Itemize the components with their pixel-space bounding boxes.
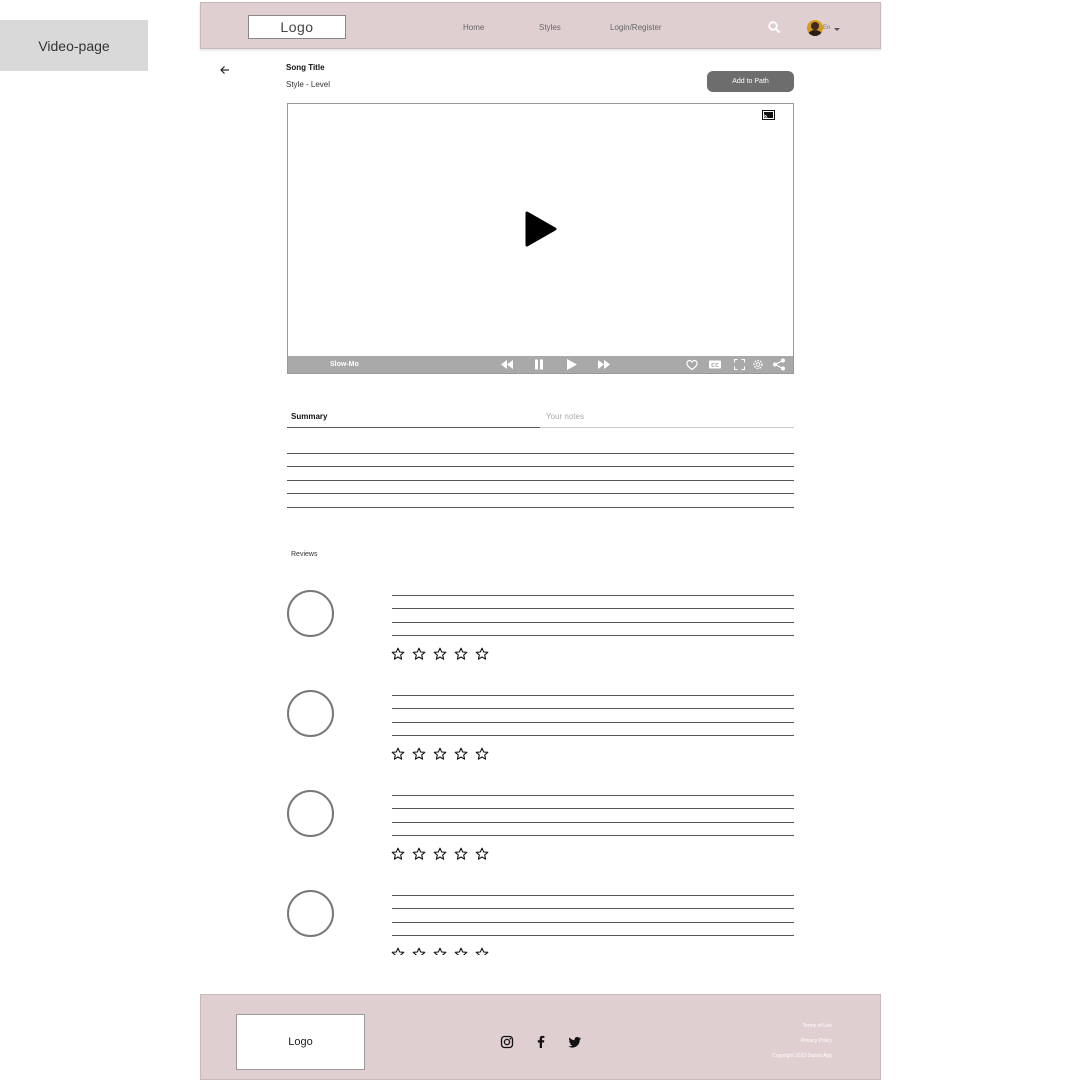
star-icon[interactable] (454, 947, 468, 955)
song-style-level: Style - Level (286, 80, 331, 89)
settings-gear-icon[interactable] (751, 358, 765, 371)
play-small-icon[interactable] (565, 358, 578, 371)
fullscreen-icon[interactable] (733, 358, 746, 371)
nav-home[interactable]: Home (463, 23, 484, 32)
tab-your-notes[interactable]: Your notes (546, 412, 584, 421)
review-text-line (392, 835, 794, 836)
tab-summary[interactable]: Summary (291, 412, 327, 421)
star-icon[interactable] (454, 847, 468, 861)
review-text-line (392, 808, 794, 809)
play-icon[interactable] (525, 211, 557, 247)
fast-forward-icon[interactable] (596, 358, 612, 371)
summary-text-line (287, 466, 794, 467)
back-arrow-icon[interactable] (218, 63, 232, 77)
svg-text:CC: CC (711, 363, 719, 369)
closed-captions-icon[interactable]: CC (708, 358, 722, 371)
star-icon[interactable] (475, 847, 489, 861)
review-item (287, 790, 794, 860)
review-text-line (392, 635, 794, 636)
star-icon[interactable] (412, 947, 426, 955)
reviewer-avatar (287, 790, 334, 837)
star-icon[interactable] (391, 647, 405, 661)
search-icon[interactable] (767, 20, 781, 34)
nav-styles[interactable]: Styles (539, 23, 561, 32)
review-item (287, 890, 794, 955)
cast-icon[interactable] (762, 110, 775, 120)
review-item (287, 690, 794, 760)
star-icon[interactable] (412, 647, 426, 661)
video-player[interactable]: Slow-Mo CC (287, 103, 794, 374)
reviewer-avatar (287, 690, 334, 737)
review-text-line (392, 708, 794, 709)
twitter-icon[interactable] (568, 1035, 582, 1049)
nav-login-register[interactable]: Login/Register (610, 23, 662, 32)
user-avatar[interactable] (807, 20, 823, 36)
header: Logo Home Styles Login/Register En (200, 2, 881, 49)
heart-icon[interactable] (685, 358, 699, 371)
chevron-down-icon[interactable] (834, 28, 840, 31)
reviews-heading: Reviews (291, 551, 318, 558)
review-text-line (392, 895, 794, 896)
rating-stars (391, 947, 489, 955)
review-text-line (392, 722, 794, 723)
review-text-line (392, 735, 794, 736)
page-frame: Logo Home Styles Login/Register En Song … (200, 1, 881, 1080)
reviewer-avatar (287, 890, 334, 937)
star-icon[interactable] (391, 747, 405, 761)
tab-divider (540, 427, 794, 428)
review-text-line (392, 595, 794, 596)
language-selector[interactable]: En (823, 25, 830, 31)
star-icon[interactable] (412, 847, 426, 861)
add-to-path-button[interactable]: Add to Path (707, 71, 794, 92)
review-text-line (392, 795, 794, 796)
review-text-line (392, 935, 794, 936)
share-icon[interactable] (772, 358, 786, 371)
review-item (287, 590, 794, 660)
pause-icon[interactable] (533, 358, 545, 371)
review-text-line (392, 695, 794, 696)
review-text-line (392, 922, 794, 923)
star-icon[interactable] (412, 747, 426, 761)
footer-copyright: Copyright 2023 Dance App (772, 1053, 832, 1059)
slow-mo-toggle[interactable]: Slow-Mo (330, 361, 359, 368)
rating-stars (391, 747, 489, 761)
instagram-icon[interactable] (500, 1035, 514, 1049)
page-label: Video-page (0, 20, 148, 71)
review-text-line (392, 908, 794, 909)
review-text-line (392, 622, 794, 623)
star-icon[interactable] (391, 947, 405, 955)
star-icon[interactable] (475, 647, 489, 661)
rating-stars (391, 647, 489, 661)
footer-link-terms[interactable]: Terms of Use (803, 1023, 832, 1029)
header-logo[interactable]: Logo (248, 15, 346, 39)
star-icon[interactable] (433, 947, 447, 955)
review-text-line (392, 822, 794, 823)
footer-link-privacy[interactable]: Privacy Policy (801, 1038, 832, 1044)
summary-text-line (287, 453, 794, 454)
rating-stars (391, 847, 489, 861)
rewind-icon[interactable] (499, 358, 515, 371)
footer-logo[interactable]: Logo (236, 1014, 365, 1070)
video-controls-bar: Slow-Mo CC (288, 356, 793, 373)
summary-text-line (287, 507, 794, 508)
facebook-icon[interactable] (534, 1035, 548, 1049)
reviewer-avatar (287, 590, 334, 637)
footer: Logo Terms of Use Privacy Policy Copyrig… (200, 994, 881, 1080)
song-title: Song Title (286, 63, 325, 72)
tab-active-underline (287, 427, 540, 428)
star-icon[interactable] (433, 647, 447, 661)
summary-text-line (287, 480, 794, 481)
star-icon[interactable] (475, 947, 489, 955)
star-icon[interactable] (391, 847, 405, 861)
star-icon[interactable] (475, 747, 489, 761)
star-icon[interactable] (433, 847, 447, 861)
review-text-line (392, 608, 794, 609)
star-icon[interactable] (433, 747, 447, 761)
star-icon[interactable] (454, 647, 468, 661)
star-icon[interactable] (454, 747, 468, 761)
summary-text-line (287, 493, 794, 494)
reviews-list (200, 581, 881, 955)
